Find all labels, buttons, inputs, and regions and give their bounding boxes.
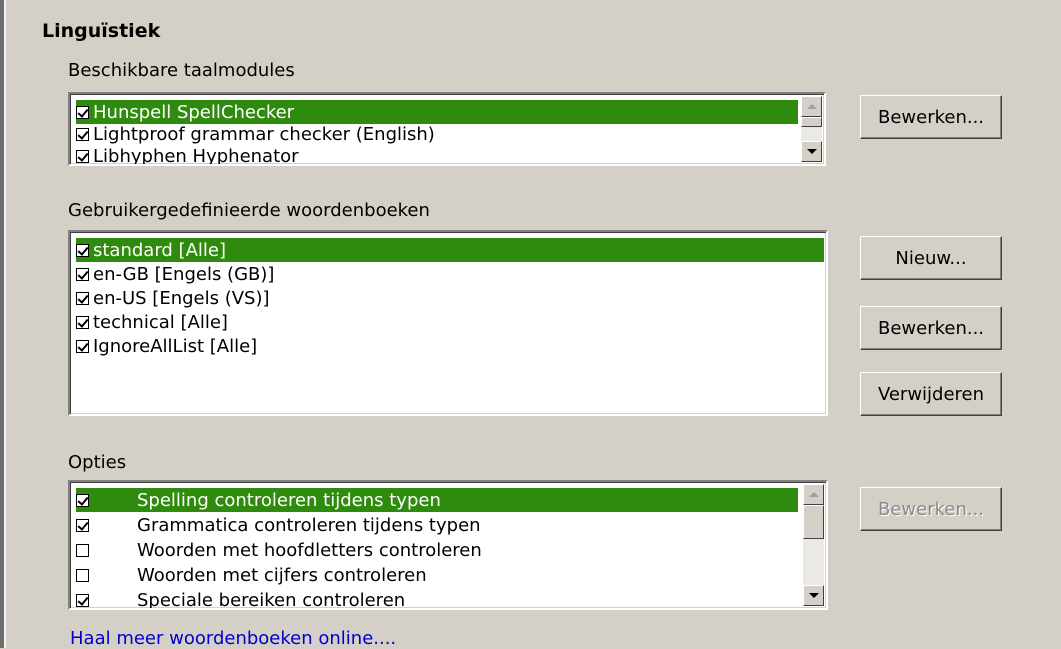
modules-list[interactable]: Hunspell SpellChecker Lightproof grammar… bbox=[68, 92, 826, 166]
options-scrollbar[interactable] bbox=[803, 484, 824, 606]
arrow-down-icon bbox=[808, 593, 819, 598]
checkbox[interactable] bbox=[76, 267, 89, 281]
dictionaries-list[interactable]: standard [Alle] en-GB [Engels (GB)] en-U… bbox=[68, 230, 828, 416]
window-edge-highlight bbox=[4, 0, 6, 648]
checkbox[interactable] bbox=[76, 315, 89, 329]
scroll-up-button[interactable] bbox=[801, 96, 822, 117]
more-dictionaries-link[interactable]: Haal meer woordenboeken online.... bbox=[70, 628, 396, 649]
options-label: Opties bbox=[68, 452, 127, 473]
dictionaries-new-button[interactable]: Nieuw... bbox=[860, 236, 1002, 280]
checkbox[interactable] bbox=[76, 543, 89, 557]
list-item[interactable]: Libhyphen Hyphenator bbox=[76, 144, 303, 164]
modules-label: Beschikbare taalmodules bbox=[68, 60, 295, 81]
dictionaries-edit-button[interactable]: Bewerken... bbox=[860, 306, 1002, 350]
checkbox[interactable] bbox=[76, 518, 89, 532]
list-item[interactable]: Lightproof grammar checker (English) bbox=[76, 122, 439, 146]
options-edit-button[interactable]: Bewerken... bbox=[860, 487, 1002, 531]
scroll-up-button[interactable] bbox=[803, 484, 824, 505]
list-item[interactable]: Speciale bereiken controleren bbox=[76, 588, 409, 608]
scroll-down-button[interactable] bbox=[803, 585, 824, 606]
checkbox[interactable] bbox=[76, 105, 89, 119]
checkbox[interactable] bbox=[76, 593, 89, 607]
checkbox[interactable] bbox=[76, 127, 89, 141]
arrow-up-icon bbox=[806, 104, 817, 109]
list-item[interactable]: Grammatica controleren tijdens typen bbox=[76, 513, 485, 537]
checkbox[interactable] bbox=[76, 291, 89, 305]
dictionaries-delete-button[interactable]: Verwijderen bbox=[860, 372, 1002, 416]
list-item[interactable]: standard [Alle] bbox=[76, 238, 824, 262]
scroll-down-button[interactable] bbox=[801, 141, 822, 162]
checkbox[interactable] bbox=[76, 149, 89, 163]
section-title: Linguïstiek bbox=[42, 20, 161, 42]
modules-edit-button[interactable]: Bewerken... bbox=[860, 95, 1002, 139]
dictionaries-label: Gebruikergedefinieerde woordenboeken bbox=[68, 200, 430, 221]
modules-scrollbar[interactable] bbox=[801, 96, 822, 162]
list-item[interactable]: Spelling controleren tijdens typen bbox=[76, 488, 798, 512]
list-item[interactable]: technical [Alle] bbox=[76, 310, 232, 334]
scroll-thumb[interactable] bbox=[801, 117, 822, 127]
list-item[interactable]: IgnoreAllList [Alle] bbox=[76, 334, 261, 358]
checkbox[interactable] bbox=[76, 493, 89, 507]
scroll-thumb[interactable] bbox=[803, 505, 824, 539]
options-list[interactable]: Spelling controleren tijdens typen Gramm… bbox=[68, 480, 828, 610]
checkbox[interactable] bbox=[76, 243, 89, 257]
list-item[interactable]: Woorden met hoofdletters controleren bbox=[76, 538, 486, 562]
list-item[interactable]: en-US [Engels (VS)] bbox=[76, 286, 274, 310]
list-item[interactable]: en-GB [Engels (GB)] bbox=[76, 262, 278, 286]
checkbox[interactable] bbox=[76, 568, 89, 582]
arrow-up-icon bbox=[808, 492, 819, 497]
list-item[interactable]: Woorden met cijfers controleren bbox=[76, 563, 431, 587]
list-item[interactable]: Hunspell SpellChecker bbox=[76, 100, 798, 124]
arrow-down-icon bbox=[806, 149, 817, 154]
checkbox[interactable] bbox=[76, 339, 89, 353]
